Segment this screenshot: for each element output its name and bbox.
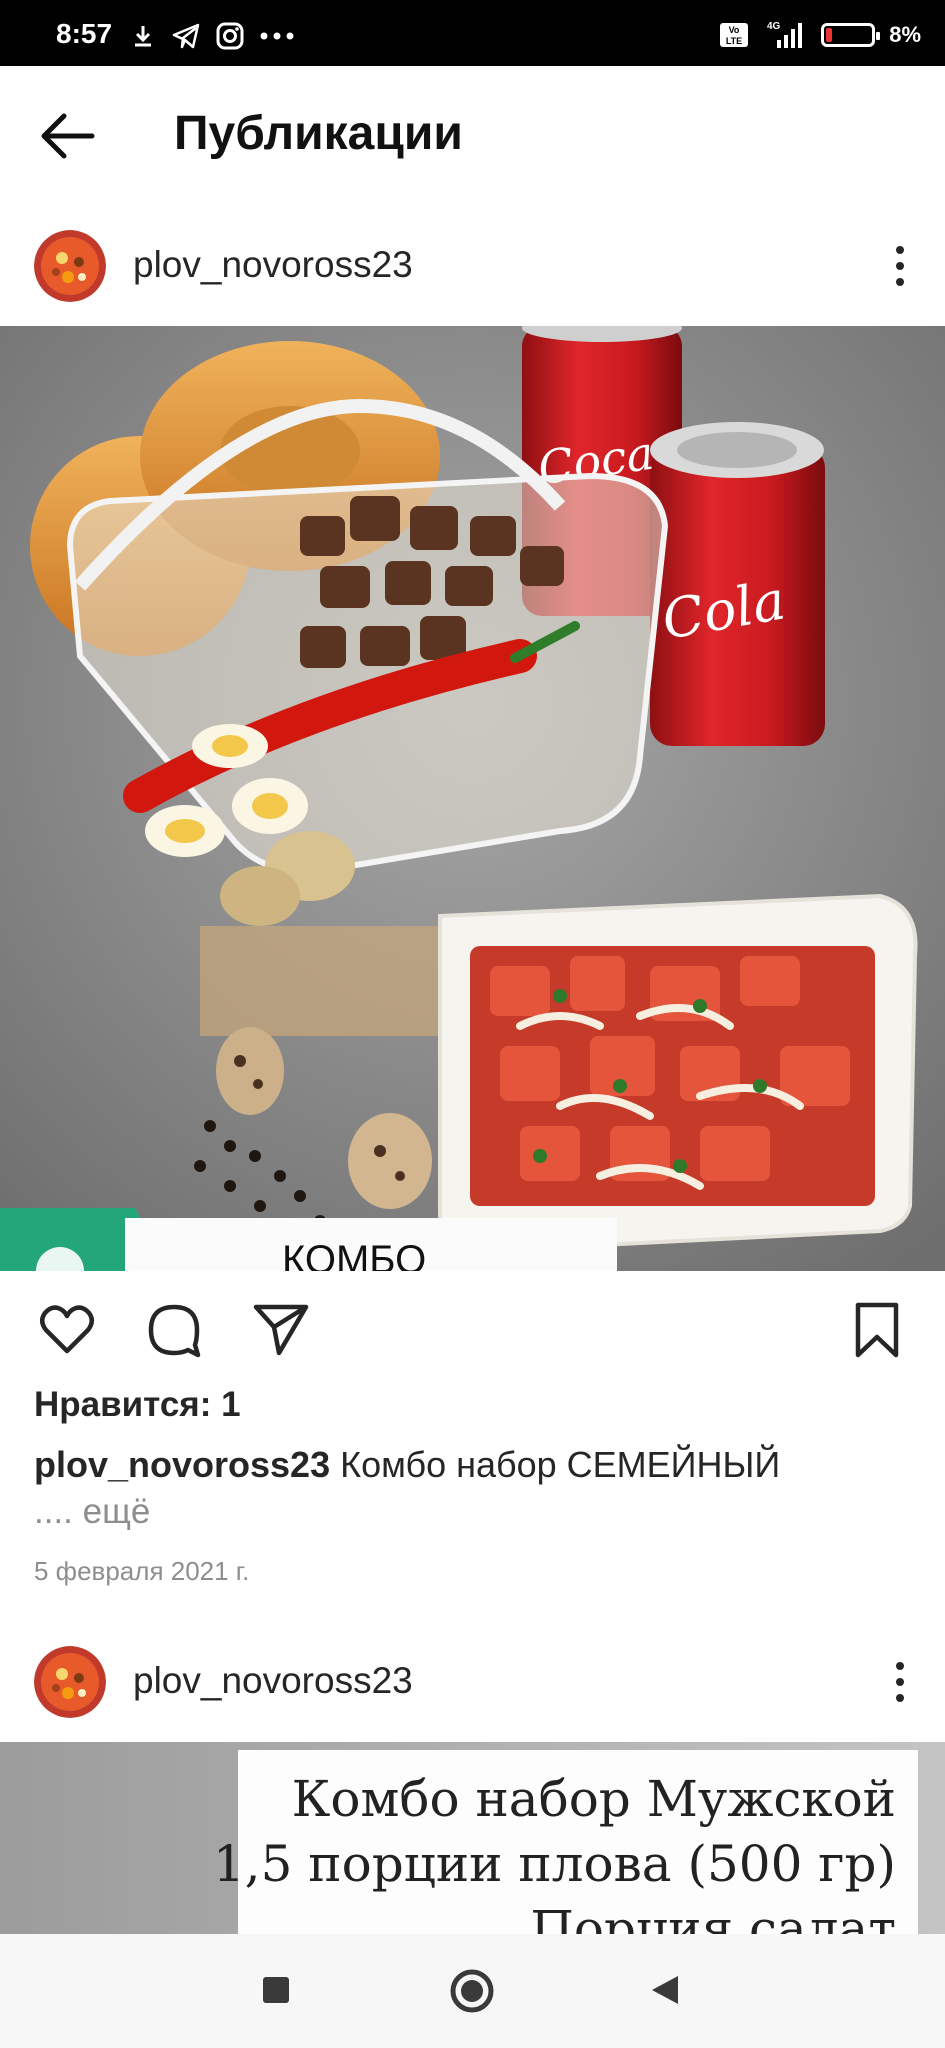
- recent-apps-button[interactable]: [262, 1976, 290, 2009]
- status-system: Vo LTE 4G 8%: [719, 20, 921, 50]
- avatar[interactable]: [34, 1646, 106, 1718]
- menu-line: 1,5 порции плова (500 гр): [212, 1835, 896, 1893]
- home-button[interactable]: [449, 1968, 495, 2019]
- system-nav-bar: [0, 1934, 945, 2048]
- post-actions: [0, 1271, 945, 1381]
- post-image[interactable]: Coca Cola КОМБО: [0, 326, 945, 1271]
- likes-count[interactable]: Нравится: 1: [34, 1385, 241, 1425]
- battery-level: 8%: [889, 22, 921, 47]
- post-options-button[interactable]: [885, 1658, 915, 1706]
- share-button[interactable]: [252, 1301, 310, 1359]
- more-notifications-icon: [260, 32, 294, 40]
- status-notifications: [130, 22, 294, 50]
- comment-icon: [148, 1304, 201, 1358]
- post-image-label: КОМБО: [282, 1238, 427, 1271]
- send-icon: [253, 1304, 309, 1356]
- menu-line: Комбо набор Мужской: [291, 1770, 896, 1828]
- status-time: 8:57: [56, 18, 113, 49]
- app-header: Публикации: [0, 66, 945, 206]
- page-title: Публикации: [174, 107, 463, 160]
- triangle-back-icon: [652, 1976, 678, 2004]
- caption-username[interactable]: plov_novoross23: [34, 1444, 330, 1485]
- menu-card: Комбо набор Мужской 1,5 порции плова (50…: [213, 1750, 918, 1934]
- status-bar: 8:57 Vo LTE 4G 8%: [0, 0, 945, 66]
- battery-icon: [821, 23, 881, 47]
- back-nav-button[interactable]: [650, 1974, 680, 2011]
- arrow-left-icon: [41, 113, 95, 159]
- svg-text:4G: 4G: [767, 21, 781, 32]
- more-vertical-icon: [896, 246, 904, 286]
- comment-button[interactable]: [145, 1301, 203, 1359]
- post-header: plov_novoross23: [0, 206, 945, 326]
- post-username[interactable]: plov_novoross23: [133, 244, 413, 286]
- more-vertical-icon: [896, 1662, 904, 1702]
- post-image[interactable]: Комбо набор Мужской 1,5 порции плова (50…: [0, 1742, 945, 1934]
- post-header: plov_novoross23: [0, 1622, 945, 1742]
- circle-icon: [450, 1969, 494, 2013]
- download-icon: [135, 26, 151, 47]
- svg-text:LTE: LTE: [726, 36, 742, 46]
- heart-icon: [40, 1305, 94, 1354]
- signal-icon: 4G: [767, 21, 803, 48]
- caption-text: Комбо набор СЕМЕЙНЫЙ: [330, 1444, 781, 1485]
- telegram-icon: [172, 23, 200, 49]
- instagram-icon: [216, 22, 244, 50]
- menu-line: Порция салат: [530, 1900, 896, 1934]
- square-icon: [263, 1977, 289, 2003]
- post-options-button[interactable]: [885, 242, 915, 290]
- caption-more-link[interactable]: .... ещё: [34, 1492, 150, 1532]
- volte-icon: VoLTE: [720, 23, 749, 47]
- post-username[interactable]: plov_novoross23: [133, 1660, 413, 1702]
- food-photo: Coca Cola: [0, 326, 945, 1271]
- post-date: 5 февраля 2021 г.: [34, 1556, 250, 1586]
- avatar[interactable]: [34, 230, 106, 302]
- back-button[interactable]: [36, 111, 100, 161]
- svg-text:Vo: Vo: [729, 25, 740, 35]
- like-button[interactable]: [38, 1301, 96, 1359]
- bookmark-icon: [855, 1302, 899, 1358]
- post-caption: plov_novoross23 Комбо набор СЕМЕЙНЫЙ: [34, 1438, 914, 1492]
- save-button[interactable]: [848, 1301, 906, 1359]
